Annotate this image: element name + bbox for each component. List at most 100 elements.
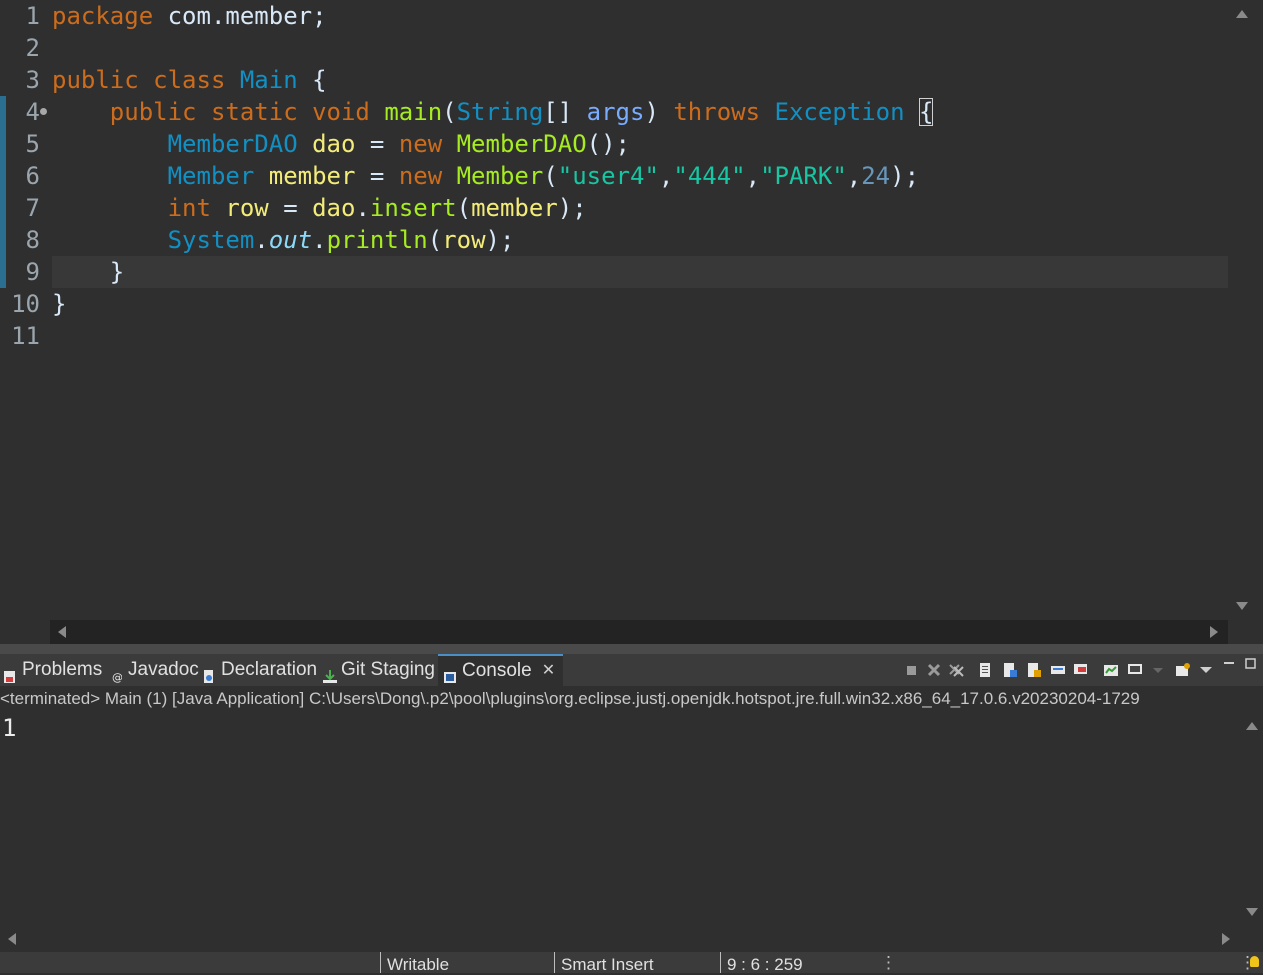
tab-console[interactable]: Console ✕ bbox=[438, 654, 564, 687]
code-line[interactable]: System.out.println(row); bbox=[52, 224, 515, 256]
code-token: Exception bbox=[774, 98, 905, 126]
word-wrap-icon[interactable] bbox=[1002, 662, 1018, 678]
code-token: throws bbox=[673, 98, 775, 126]
code-token: member bbox=[268, 162, 356, 190]
line-number: 3 bbox=[25, 66, 40, 94]
remove-all-terminated-icon[interactable] bbox=[948, 662, 964, 678]
code-token: com.member; bbox=[153, 2, 327, 30]
code-token: int bbox=[167, 194, 226, 222]
code-token: ( bbox=[427, 226, 443, 254]
tab-declaration[interactable]: Declaration bbox=[203, 654, 317, 686]
code-token: . bbox=[312, 226, 327, 254]
scroll-lock-icon[interactable] bbox=[978, 662, 994, 678]
fold-marker-icon[interactable] bbox=[40, 108, 47, 115]
scroll-up-icon[interactable] bbox=[1236, 10, 1248, 18]
code-line[interactable]: MemberDAO dao = new MemberDAO(); bbox=[52, 128, 630, 160]
code-token: new bbox=[398, 162, 457, 190]
panel-tab-bar: Problems @ Javadoc Declaration Git Stagi… bbox=[0, 654, 1263, 686]
insert-mode-status[interactable]: Smart Insert bbox=[561, 954, 654, 975]
scroll-down-icon[interactable] bbox=[1246, 908, 1258, 916]
scroll-up-icon[interactable] bbox=[1246, 722, 1258, 730]
code-token: , bbox=[846, 162, 862, 190]
open-console-icon[interactable] bbox=[1127, 662, 1143, 678]
code-token: } bbox=[52, 290, 67, 318]
lightbulb-icon[interactable] bbox=[1250, 956, 1259, 967]
panel-splitter[interactable] bbox=[0, 644, 1263, 654]
code-line[interactable]: int row = dao.insert(member); bbox=[52, 192, 587, 224]
code-token: row bbox=[225, 194, 269, 222]
line-number: 6 bbox=[25, 162, 40, 190]
code-token: = bbox=[268, 194, 313, 222]
pin-console-icon[interactable] bbox=[1073, 662, 1089, 678]
code-token: ); bbox=[557, 194, 587, 222]
code-token: println bbox=[326, 226, 428, 254]
code-token: ); bbox=[890, 162, 920, 190]
code-token: , bbox=[658, 162, 674, 190]
line-number: 8 bbox=[25, 226, 40, 254]
code-area[interactable]: package com.member; public class Main { p… bbox=[52, 0, 1228, 620]
code-token: ); bbox=[485, 226, 515, 254]
code-token: ( bbox=[456, 194, 472, 222]
line-number: 7 bbox=[25, 194, 40, 222]
more-icon[interactable]: ⋮ bbox=[880, 952, 897, 973]
console-icon bbox=[444, 664, 456, 683]
code-line[interactable]: Member member = new Member("user4","444"… bbox=[52, 160, 919, 192]
svg-text:@: @ bbox=[112, 671, 122, 684]
scroll-right-icon[interactable] bbox=[1222, 933, 1230, 945]
status-separator bbox=[554, 952, 555, 973]
remove-launch-icon[interactable] bbox=[926, 662, 942, 678]
scroll-left-icon[interactable] bbox=[8, 933, 16, 945]
code-token: { bbox=[919, 98, 934, 126]
code-line[interactable]: } bbox=[52, 256, 124, 288]
code-line[interactable]: } bbox=[52, 288, 66, 320]
editor-vertical-scrollbar[interactable] bbox=[1228, 0, 1256, 620]
code-token: main bbox=[384, 98, 443, 126]
display-console-icon[interactable] bbox=[1103, 662, 1119, 678]
scroll-corner bbox=[1228, 620, 1263, 644]
tab-git-staging[interactable]: Git Staging bbox=[323, 654, 435, 686]
show-stderr-icon[interactable] bbox=[1050, 662, 1066, 678]
maximize-icon[interactable] bbox=[1245, 656, 1261, 672]
tab-label: Git Staging bbox=[341, 659, 435, 680]
console-process-info: <terminated> Main (1) [Java Application]… bbox=[0, 686, 1263, 714]
tab-javadoc[interactable]: @ Javadoc bbox=[112, 654, 199, 686]
show-stdout-icon[interactable] bbox=[1026, 662, 1042, 678]
view-menu-icon[interactable] bbox=[1198, 662, 1214, 678]
code-token: package bbox=[52, 2, 154, 30]
code-token: String bbox=[456, 98, 544, 126]
change-marker bbox=[0, 96, 6, 288]
code-line[interactable]: package com.member; bbox=[52, 0, 327, 32]
new-console-icon[interactable] bbox=[1175, 662, 1191, 678]
code-token: MemberDAO bbox=[167, 130, 298, 158]
code-line[interactable]: public static void main(String[] args) t… bbox=[52, 96, 934, 128]
tab-problems[interactable]: Problems bbox=[4, 654, 102, 686]
status-separator bbox=[720, 952, 721, 973]
console-output-text: 1 bbox=[2, 714, 17, 742]
scroll-left-icon[interactable] bbox=[58, 626, 66, 638]
minimize-icon[interactable] bbox=[1223, 656, 1239, 672]
console-horizontal-scrollbar[interactable] bbox=[0, 926, 1240, 952]
line-number: 9 bbox=[25, 258, 40, 286]
code-token: [] bbox=[543, 98, 587, 126]
code-line[interactable]: public class Main { bbox=[52, 64, 327, 96]
cursor-position-status: 9 : 6 : 259 bbox=[727, 955, 803, 974]
console-output-area[interactable]: 1 bbox=[0, 712, 1240, 926]
scroll-down-icon[interactable] bbox=[1236, 602, 1248, 610]
close-icon[interactable]: ✕ bbox=[542, 655, 555, 687]
terminate-icon[interactable] bbox=[904, 662, 920, 678]
chevron-down-icon[interactable] bbox=[1150, 662, 1166, 678]
editor-horizontal-scrollbar[interactable] bbox=[50, 620, 1228, 644]
code-token: dao bbox=[312, 130, 356, 158]
code-editor[interactable]: 1 2 3 4 5 6 7 8 9 10 11 package com.member; public … bbox=[0, 0, 1263, 620]
status-bar: Writable Smart Insert 9 : 6 : 259 ⋮ ⋮ bbox=[0, 952, 1263, 975]
line-number: 2 bbox=[25, 34, 40, 62]
code-token: ) bbox=[644, 98, 674, 126]
code-token: . bbox=[254, 226, 269, 254]
code-token: System bbox=[167, 226, 255, 254]
scroll-right-icon[interactable] bbox=[1210, 626, 1218, 638]
console-vertical-scrollbar[interactable] bbox=[1240, 712, 1263, 926]
